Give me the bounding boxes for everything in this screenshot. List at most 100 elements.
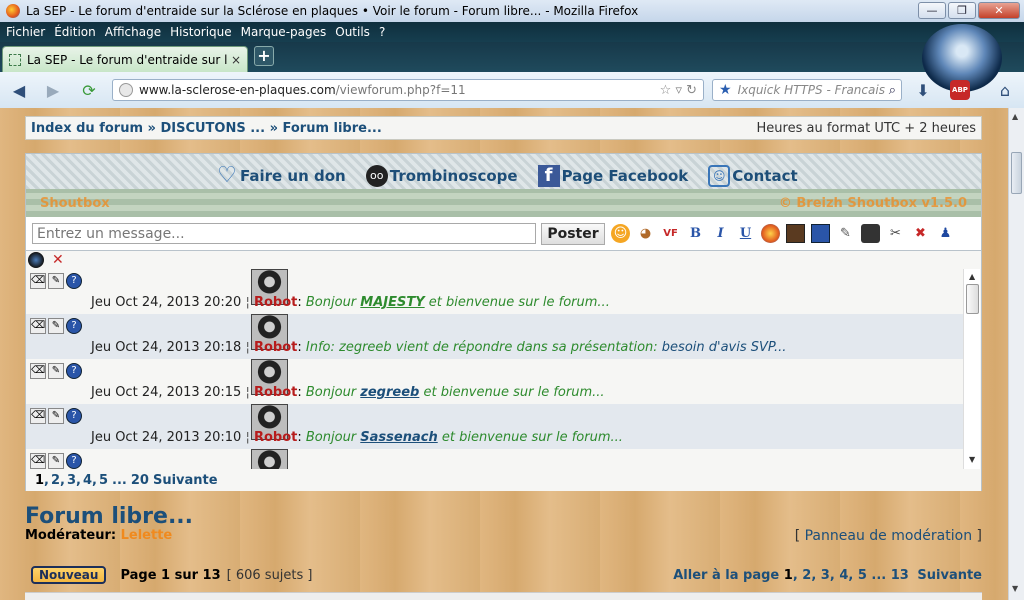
link-trombinoscope[interactable]: oo Trombinoscope	[365, 165, 518, 187]
site-identity-icon[interactable]	[119, 83, 133, 97]
url-bar[interactable]: www.la-sclerose-en-plaques.com/viewforum…	[112, 79, 704, 101]
message-user-link[interactable]: MAJESTY	[360, 295, 424, 310]
video-icon[interactable]	[786, 224, 805, 243]
tools-icon[interactable]: ✂	[886, 224, 905, 243]
edit-icon[interactable]: ✎	[48, 273, 64, 289]
back-arrow-icon[interactable]: ◀	[8, 80, 30, 102]
delete-icon[interactable]: ⌫	[30, 408, 46, 424]
info-icon[interactable]: ?	[66, 408, 82, 424]
info-icon[interactable]: ?	[66, 318, 82, 334]
firefox-link-icon[interactable]	[761, 224, 780, 243]
menu-edition[interactable]: Édition	[54, 25, 96, 39]
download-icon[interactable]: ⬇	[912, 80, 934, 102]
pager-next[interactable]: Suivante	[153, 473, 218, 488]
delete-icon[interactable]: ⌫	[30, 363, 46, 379]
palette-icon[interactable]: ◕	[636, 224, 655, 243]
message-author[interactable]: Robot	[254, 430, 297, 445]
mute-sound-icon[interactable]: ✕	[52, 252, 68, 268]
goto-page-link[interactable]: 2	[802, 568, 811, 583]
scroll-down-icon[interactable]: ▼	[969, 455, 975, 464]
user-icon[interactable]: ♟	[936, 224, 955, 243]
pager-page[interactable]: 5	[99, 473, 108, 488]
globe-icon[interactable]	[28, 252, 44, 268]
search-engine-icon[interactable]: ★	[719, 82, 732, 98]
smiley-icon[interactable]: ☺	[611, 224, 630, 243]
search-input[interactable]: Ixquick HTTPS - Francais	[738, 83, 889, 97]
underline-icon[interactable]: U	[736, 224, 755, 243]
goto-page-link[interactable]: 3	[821, 568, 830, 583]
menu-historique[interactable]: Historique	[170, 25, 232, 39]
new-tab-button[interactable]: +	[254, 46, 274, 66]
forward-arrow-icon[interactable]: ▶	[42, 80, 64, 102]
italic-icon[interactable]: I	[711, 224, 730, 243]
message-user-link[interactable]: zegreeb	[360, 385, 419, 400]
url-text[interactable]: www.la-sclerose-en-plaques.com/viewforum…	[139, 83, 660, 97]
message-user-link[interactable]: Sassenach	[360, 430, 437, 445]
shoutbox-message-input[interactable]	[32, 223, 536, 244]
goto-page-link[interactable]: 4	[839, 568, 848, 583]
scroll-thumb[interactable]	[1011, 152, 1022, 194]
moderator-name[interactable]: Lelette	[121, 528, 173, 543]
forum-title[interactable]: Forum libre...	[25, 504, 193, 529]
reload-icon[interactable]: ⟳	[78, 80, 100, 102]
message-author[interactable]: Robot	[254, 295, 297, 310]
shoutbox-scrollbar[interactable]: ▲ ▼	[963, 269, 980, 469]
scroll-up-icon[interactable]: ▲	[969, 272, 975, 281]
goto-page-link[interactable]: 5	[858, 568, 867, 583]
delete-icon[interactable]: ⌫	[30, 318, 46, 334]
edit-icon[interactable]: ✎	[48, 363, 64, 379]
close-window-button[interactable]: ✕	[978, 2, 1020, 19]
link-donate[interactable]: ♡ Faire un don	[216, 165, 346, 187]
shoutbox-header: Shoutbox © Breizh Shoutbox v1.5.0	[26, 189, 981, 217]
link-facebook[interactable]: f Page Facebook	[537, 165, 688, 187]
goto-next[interactable]: Suivante	[917, 568, 982, 583]
goto-label[interactable]: Aller à la page	[673, 568, 779, 583]
pager-page[interactable]: 4	[83, 473, 92, 488]
link-contact[interactable]: ☺ Contact	[708, 165, 798, 187]
menu-marque-pages[interactable]: Marque-pages	[241, 25, 327, 39]
new-topic-button[interactable]: Nouveau	[31, 566, 107, 584]
trash-icon[interactable]	[861, 224, 880, 243]
pager-page[interactable]: 3	[67, 473, 76, 488]
info-icon[interactable]: ?	[66, 453, 82, 469]
breadcrumb-links[interactable]: Index du forum » DISCUTONS ... » Forum l…	[31, 121, 757, 136]
image-icon[interactable]	[811, 224, 830, 243]
message-topic-link[interactable]: besoin d'avis SVP...	[662, 340, 787, 355]
post-button[interactable]: Poster	[541, 222, 605, 245]
adblock-icon[interactable]: ABP	[950, 80, 970, 100]
menu-fichier[interactable]: Fichier	[6, 25, 45, 39]
scroll-thumb[interactable]	[966, 284, 979, 314]
minimize-button[interactable]: —	[918, 2, 946, 19]
goto-last[interactable]: 13	[891, 568, 909, 583]
search-icon[interactable]: ⌕	[889, 83, 901, 98]
delete-icon[interactable]: ⌫	[30, 273, 46, 289]
search-bar[interactable]: ★ Ixquick HTTPS - Francais ⌕	[712, 79, 902, 101]
message-author[interactable]: Robot	[254, 385, 297, 400]
delete-icon[interactable]: ⌫	[30, 453, 46, 469]
bold-icon[interactable]: B	[686, 224, 705, 243]
menu-outils[interactable]: Outils	[335, 25, 370, 39]
tab-active[interactable]: La SEP - Le forum d'entraide sur la ... …	[2, 46, 248, 72]
info-icon[interactable]: ?	[66, 273, 82, 289]
maximize-button[interactable]: ❐	[948, 2, 976, 19]
edit-icon[interactable]: ✎	[48, 453, 64, 469]
tab-close-icon[interactable]: ×	[231, 53, 241, 67]
scroll-down-icon[interactable]: ▼	[1012, 584, 1018, 593]
pager-page[interactable]: 2	[51, 473, 60, 488]
home-icon[interactable]: ⌂	[994, 80, 1016, 102]
bookmark-star-icon[interactable]: ☆ ▿ ↻	[660, 83, 703, 98]
text-effect-icon[interactable]: VF	[661, 224, 680, 243]
menu-help[interactable]: ?	[379, 25, 385, 39]
pager-last[interactable]: 20	[131, 473, 149, 488]
scroll-up-icon[interactable]: ▲	[1012, 112, 1018, 121]
moderation-panel-link[interactable]: [ Panneau de modération ]	[795, 528, 982, 544]
page-scrollbar[interactable]: ▲ ▼	[1008, 108, 1024, 600]
pen-icon[interactable]: ✎	[836, 224, 855, 243]
message-date: Jeu Oct 24, 2013 20:10	[91, 430, 242, 445]
edit-icon[interactable]: ✎	[48, 318, 64, 334]
edit-icon[interactable]: ✎	[48, 408, 64, 424]
message-author[interactable]: Robot	[254, 340, 297, 355]
info-icon[interactable]: ?	[66, 363, 82, 379]
menu-affichage[interactable]: Affichage	[105, 25, 161, 39]
rules-icon[interactable]: ✖	[911, 224, 930, 243]
